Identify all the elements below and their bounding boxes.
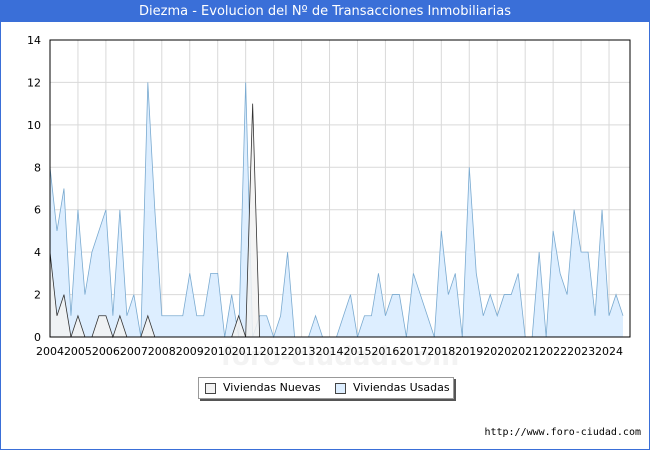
x-tick-label: 2016	[371, 345, 399, 358]
y-tick-label: 14	[27, 34, 41, 47]
y-tick-label: 6	[34, 204, 41, 217]
y-tick-label: 4	[34, 246, 41, 259]
x-tick-label: 2019	[455, 345, 483, 358]
x-tick-label: 2013	[288, 345, 316, 358]
x-tick-label: 2005	[64, 345, 92, 358]
plot-area	[50, 40, 630, 337]
x-tick-label: 2023	[567, 345, 595, 358]
x-tick-label: 2014	[316, 345, 344, 358]
x-tick-label: 2006	[92, 345, 120, 358]
x-tick-label: 2022	[539, 345, 567, 358]
y-tick-label: 2	[34, 289, 41, 302]
legend-label-usadas: Viviendas Usadas	[353, 381, 450, 394]
x-tick-label: 2021	[511, 345, 539, 358]
x-tick-label: 2012	[260, 345, 288, 358]
x-tick-label: 2004	[36, 345, 64, 358]
x-tick-label: 2010	[204, 345, 232, 358]
x-tick-label: 2024	[595, 345, 623, 358]
x-tick-label: 2017	[399, 345, 427, 358]
y-tick-label: 12	[27, 76, 41, 89]
x-tick-label: 2009	[176, 345, 204, 358]
legend-label-nuevas: Viviendas Nuevas	[223, 381, 321, 394]
x-tick-label: 2020	[483, 345, 511, 358]
y-tick-label: 0	[34, 331, 41, 344]
x-tick-label: 2007	[120, 345, 148, 358]
legend-swatch-usadas	[335, 383, 346, 394]
chart-legend: Viviendas Nuevas Viviendas Usadas	[198, 377, 454, 399]
x-tick-label: 2008	[148, 345, 176, 358]
x-tick-label: 2018	[427, 345, 455, 358]
legend-swatch-nuevas	[205, 383, 216, 394]
source-url: http://www.foro-ciudad.com	[484, 427, 641, 438]
y-tick-label: 8	[34, 161, 41, 174]
x-tick-label: 2011	[232, 345, 260, 358]
x-tick-label: 2015	[343, 345, 371, 358]
y-tick-label: 10	[27, 119, 41, 132]
